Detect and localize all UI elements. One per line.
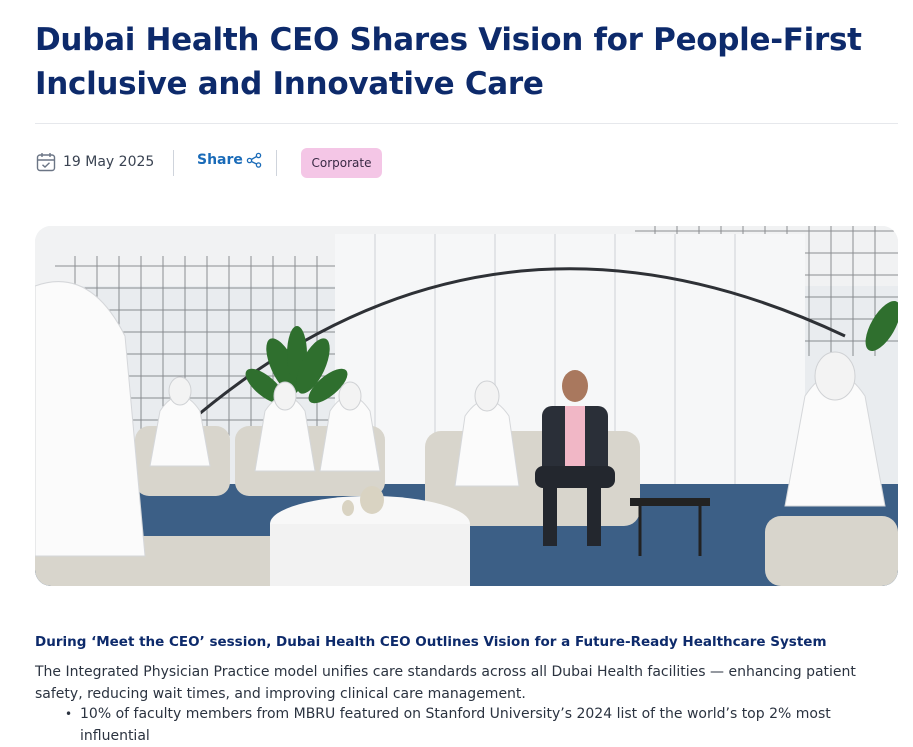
calendar-icon — [36, 153, 56, 172]
share-label: Share — [197, 152, 243, 168]
share-button[interactable]: Share — [197, 152, 262, 168]
category-tag[interactable]: Corporate — [301, 148, 382, 178]
article-paragraph: The Integrated Physician Practice model … — [35, 664, 856, 702]
list-item: 10% of faculty members from MBRU feature… — [35, 703, 895, 747]
divider — [35, 123, 898, 124]
article-bullet-list: 10% of faculty members from MBRU feature… — [35, 703, 895, 747]
article-subheading: During ‘Meet the CEO’ session, Dubai Hea… — [35, 634, 827, 650]
hero-image — [35, 226, 898, 586]
date-text: 19 May 2025 — [63, 154, 155, 170]
publish-date: 19 May 2025 — [35, 151, 154, 173]
share-icon — [246, 152, 262, 168]
meta-separator — [276, 150, 277, 176]
meta-separator — [173, 150, 174, 176]
hero-photo-illustration — [35, 226, 898, 586]
article-meta: 19 May 2025 Share Corporate — [35, 148, 635, 178]
article-title: Dubai Health CEO Shares Vision for Peopl… — [35, 22, 862, 102]
